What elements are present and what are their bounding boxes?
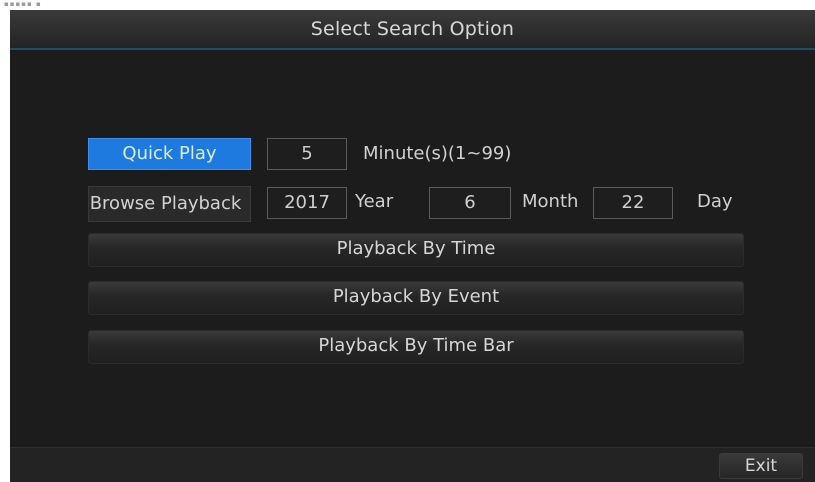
corner-artifact: ▪▪▪▪▪ ▪ [4,0,42,8]
bottom-bar: Exit [10,447,815,482]
minutes-range-label: Minute(s)(1~99) [363,143,512,164]
playback-by-time-button[interactable]: Playback By Time [88,233,744,267]
title-bar: Select Search Option [10,10,815,50]
browse-playback-button[interactable]: Browse Playback [88,186,251,222]
minutes-input[interactable]: 5 [267,138,347,170]
playback-by-time-bar-button[interactable]: Playback By Time Bar [88,330,744,364]
playback-by-event-button[interactable]: Playback By Event [88,281,744,315]
month-input[interactable]: 6 [429,187,511,219]
year-input[interactable]: 2017 [267,187,347,219]
exit-button[interactable]: Exit [719,453,803,479]
dialog-window: Select Search Option Quick Play 5 Minute… [10,10,815,482]
day-input[interactable]: 22 [593,187,673,219]
quick-play-button[interactable]: Quick Play [88,138,251,170]
month-label: Month [522,191,579,212]
year-label: Year [355,191,394,212]
dialog-title: Select Search Option [310,18,515,40]
day-label: Day [697,191,733,212]
